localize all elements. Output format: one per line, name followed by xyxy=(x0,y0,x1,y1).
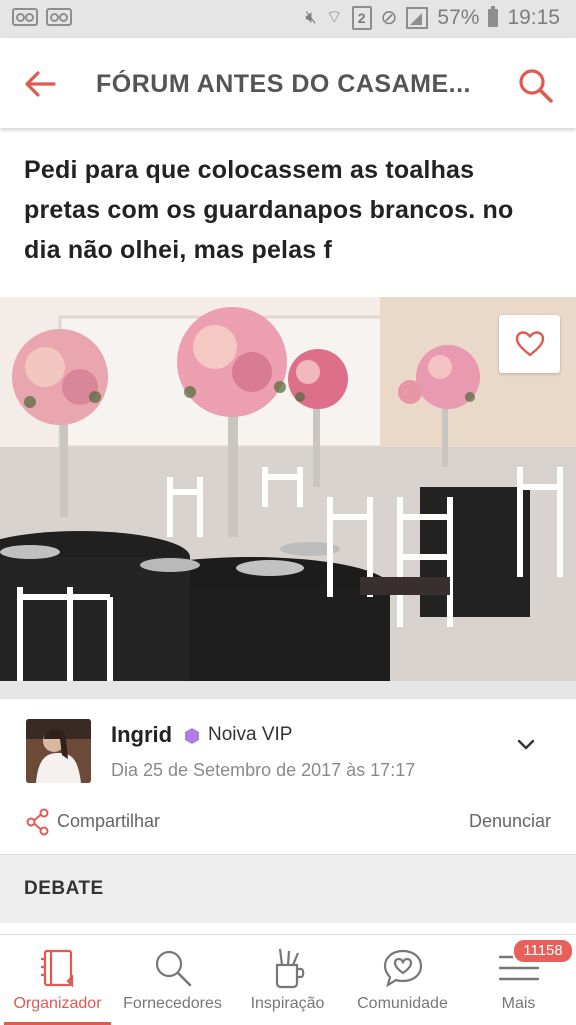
notebook-icon xyxy=(40,949,73,988)
bottom-tab-bar: Organizador Fornecedores Inspiração Comu… xyxy=(0,934,576,1025)
tab-label: Organizador xyxy=(13,995,102,1012)
page-title: FÓRUM ANTES DO CASAME... xyxy=(96,70,471,98)
tab-label: Mais xyxy=(501,995,536,1012)
vip-badge-label: Noiva VIP xyxy=(208,724,293,745)
post-title: Pedi para que colocassem as toalhas pret… xyxy=(24,156,514,264)
signal-icon xyxy=(406,6,429,29)
sim-icon: 2 xyxy=(351,5,372,30)
dnd-icon: ⊘ xyxy=(380,7,398,29)
avatar-image xyxy=(26,719,91,783)
heart-icon xyxy=(515,331,544,357)
mute-icon: 🔇︎ xyxy=(305,7,317,27)
arrow-left-icon[interactable] xyxy=(22,66,58,102)
notification-badge: 11158 xyxy=(512,938,574,964)
post-image[interactable] xyxy=(0,297,576,681)
tab-organizador[interactable]: Organizador xyxy=(0,935,115,1025)
report-button[interactable]: Denunciar xyxy=(469,811,551,832)
favorite-button[interactable] xyxy=(499,315,560,373)
app-bar: FÓRUM ANTES DO CASAME... xyxy=(0,38,576,128)
battery-percent: 57% xyxy=(437,5,480,29)
share-icon[interactable] xyxy=(26,808,50,836)
vip-badge-icon xyxy=(185,728,199,744)
search-icon[interactable] xyxy=(516,66,556,106)
voicemail-icon xyxy=(12,8,38,26)
tab-label: Comunidade xyxy=(357,995,448,1012)
clock: 19:15 xyxy=(507,5,560,29)
tab-label: Inspiração xyxy=(250,995,325,1012)
chat-heart-icon xyxy=(383,949,422,988)
chevron-down-icon[interactable] xyxy=(516,737,536,751)
voicemail-icon xyxy=(46,8,72,26)
tab-comunidade[interactable]: Comunidade xyxy=(345,935,460,1025)
tab-label: Fornecedores xyxy=(123,995,222,1012)
post-date: Dia 25 de Setembro de 2017 às 17:17 xyxy=(111,760,416,780)
battery-icon xyxy=(488,5,499,27)
author-name[interactable]: Ingrid xyxy=(111,722,172,748)
wifi-icon: ⌔ xyxy=(325,7,343,27)
avatar[interactable] xyxy=(26,719,91,783)
search-icon xyxy=(155,950,191,987)
paint-cup-icon xyxy=(275,948,304,989)
wedding-tables-photo xyxy=(0,297,576,681)
status-bar: 🔇︎ ⌔ 2 ⊘ 57% 19:15 xyxy=(0,0,576,38)
share-button[interactable]: Compartilhar xyxy=(57,811,160,832)
section-title: DEBATE xyxy=(24,878,104,899)
tab-inspiracao[interactable]: Inspiração xyxy=(230,935,345,1025)
tab-fornecedores[interactable]: Fornecedores xyxy=(115,935,230,1025)
divider xyxy=(0,681,576,699)
